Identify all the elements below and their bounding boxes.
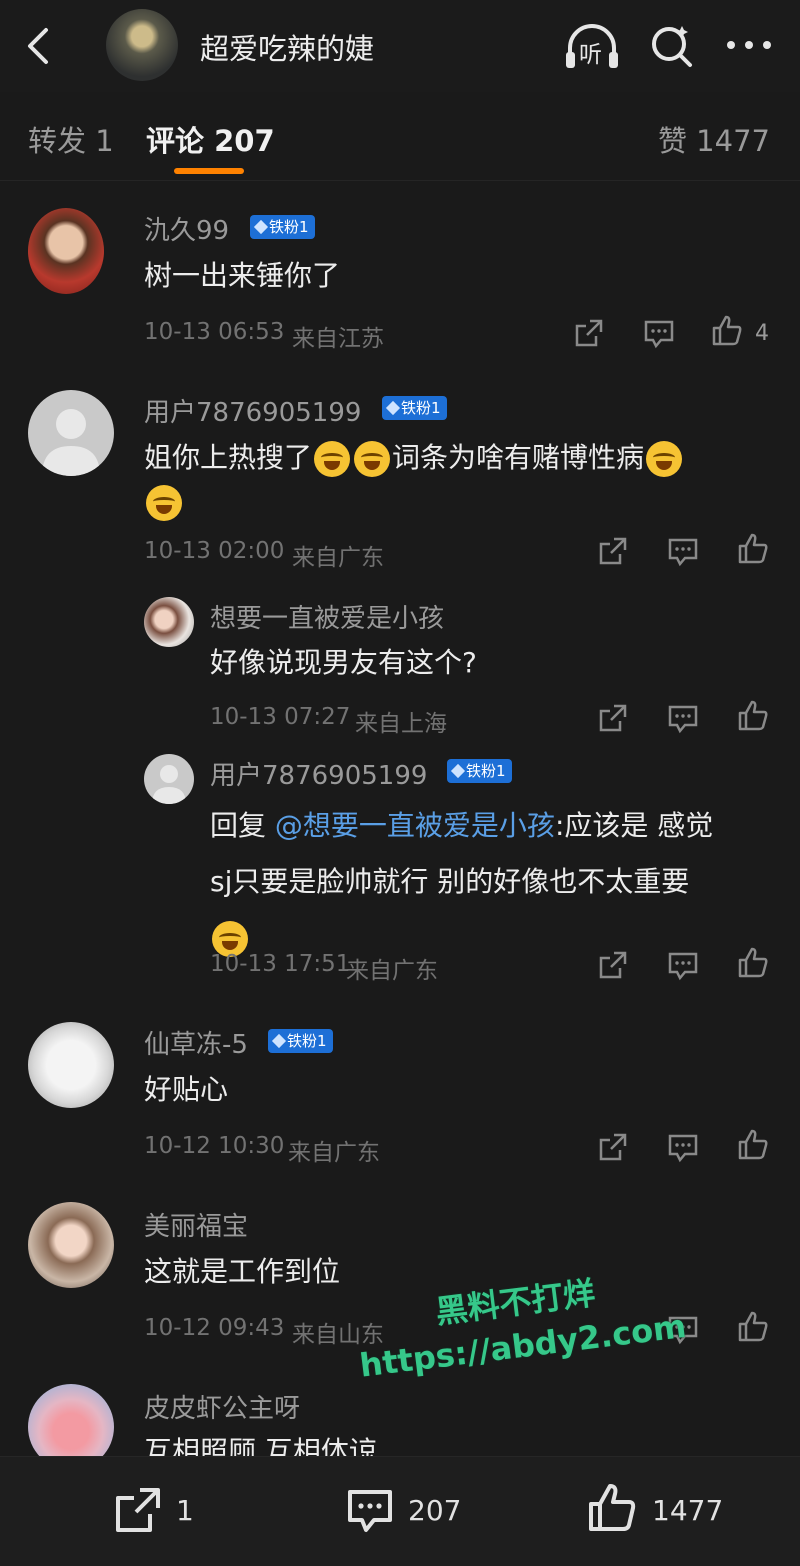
comments-icon[interactable]	[344, 1484, 396, 1536]
laugh-cry-emoji-icon	[146, 485, 182, 521]
comment-location: 来自广东	[288, 1140, 380, 1166]
share-icon[interactable]	[596, 701, 630, 735]
comment-time: 10-13 06:53	[144, 319, 285, 345]
like-thumb-icon[interactable]	[586, 1482, 638, 1534]
comment-icon[interactable]	[666, 948, 700, 982]
fan-badge: 铁粉1	[250, 215, 315, 239]
like-icon[interactable]	[736, 1310, 770, 1344]
share-icon[interactable]	[596, 948, 630, 982]
avatar[interactable]	[28, 1202, 114, 1288]
like-icon[interactable]	[736, 1128, 770, 1162]
comment-time: 10-13 02:00	[144, 538, 285, 564]
share-icon[interactable]	[572, 316, 606, 350]
avatar[interactable]	[28, 1022, 114, 1108]
likes-count[interactable]: 1477	[652, 1494, 723, 1527]
tab-reposts[interactable]: 转发 1	[28, 118, 114, 160]
comment-icon[interactable]	[642, 316, 676, 350]
comment-text: 这就是工作到位	[144, 1255, 341, 1288]
comment-username[interactable]: 皮皮虾公主呀	[144, 1388, 300, 1425]
reply-avatar[interactable]	[144, 754, 194, 804]
fan-badge: 铁粉1	[382, 396, 447, 420]
comment-username[interactable]: 仙草冻-5	[144, 1024, 248, 1061]
mention-link[interactable]: @想要一直被爱是小孩	[275, 809, 555, 842]
author-name[interactable]: 超爱吃辣的婕	[200, 26, 374, 68]
reply-location: 来自上海	[355, 711, 447, 737]
reply-location: 来自广东	[346, 958, 438, 984]
reply-prefix: 回复	[210, 809, 267, 842]
tab-comments[interactable]: 评论 207	[146, 118, 275, 160]
laugh-cry-emoji-icon	[646, 441, 683, 477]
comment-time: 10-12 10:30	[144, 1133, 285, 1159]
comment-username[interactable]: 氿久99	[144, 210, 229, 247]
comment-text-part: 词条为啥有赌博性病	[392, 441, 645, 474]
comment-username[interactable]: 美丽福宝	[144, 1206, 248, 1243]
comment-icon[interactable]	[666, 701, 700, 735]
repost-count[interactable]: 1	[176, 1494, 194, 1527]
avatar[interactable]	[28, 208, 104, 294]
like-icon[interactable]	[736, 532, 770, 566]
more-options-icon[interactable]	[724, 30, 774, 60]
like-icon[interactable]	[710, 314, 744, 348]
comment-icon[interactable]	[666, 534, 700, 568]
reply-time: 10-13 17:51	[210, 951, 351, 977]
reply-text-line1: :应该是 感觉	[554, 809, 714, 842]
reply-username[interactable]: 用户7876905199	[210, 755, 427, 792]
author-avatar[interactable]	[106, 9, 178, 81]
reply-username[interactable]: 想要一直被爱是小孩	[210, 598, 444, 635]
back-arrow-icon[interactable]	[22, 26, 56, 66]
comment-text: 树一出来锤你了	[144, 259, 341, 292]
comment-text-part: 姐你上热搜了	[144, 441, 313, 474]
avatar[interactable]	[28, 390, 114, 476]
repost-icon[interactable]	[112, 1484, 164, 1536]
comment-icon[interactable]	[666, 1130, 700, 1164]
reply-text: 回复 @想要一直被爱是小孩:应该是 感觉 sj只要是脸帅就行 别的好像也不太重要	[210, 798, 770, 966]
listen-label: 听	[579, 42, 602, 68]
like-count: 4	[755, 321, 769, 346]
comment-username[interactable]: 用户7876905199	[144, 392, 361, 429]
fan-badge: 铁粉1	[447, 759, 512, 783]
laugh-cry-emoji-icon	[314, 441, 351, 477]
search-icon[interactable]	[648, 22, 696, 70]
tab-likes[interactable]: 赞 1477	[658, 118, 770, 160]
active-tab-indicator	[174, 168, 244, 174]
comment-location: 来自广东	[292, 545, 384, 571]
share-icon[interactable]	[596, 534, 630, 568]
share-icon[interactable]	[596, 1130, 630, 1164]
reply-avatar[interactable]	[144, 597, 194, 647]
comment-text: 好贴心	[144, 1073, 229, 1106]
laugh-cry-emoji-icon	[354, 441, 391, 477]
comments-count[interactable]: 207	[408, 1494, 461, 1527]
fan-badge: 铁粉1	[268, 1029, 333, 1053]
reply-time: 10-13 07:27	[210, 704, 351, 730]
comment-text: 姐你上热搜了 词条为啥有赌博性病	[144, 436, 764, 524]
like-icon[interactable]	[736, 946, 770, 980]
comment-location: 来自江苏	[292, 326, 384, 352]
reply-text: 好像说现男友有这个?	[210, 646, 477, 679]
comment-time: 10-12 09:43	[144, 1315, 285, 1341]
watermark: 黑料不打烊 https://abdy2.com	[352, 1260, 689, 1387]
listen-icon[interactable]: 听	[562, 22, 622, 72]
reply-text-line2: sj只要是脸帅就行 别的好像也不太重要	[210, 865, 690, 898]
like-icon[interactable]	[736, 699, 770, 733]
